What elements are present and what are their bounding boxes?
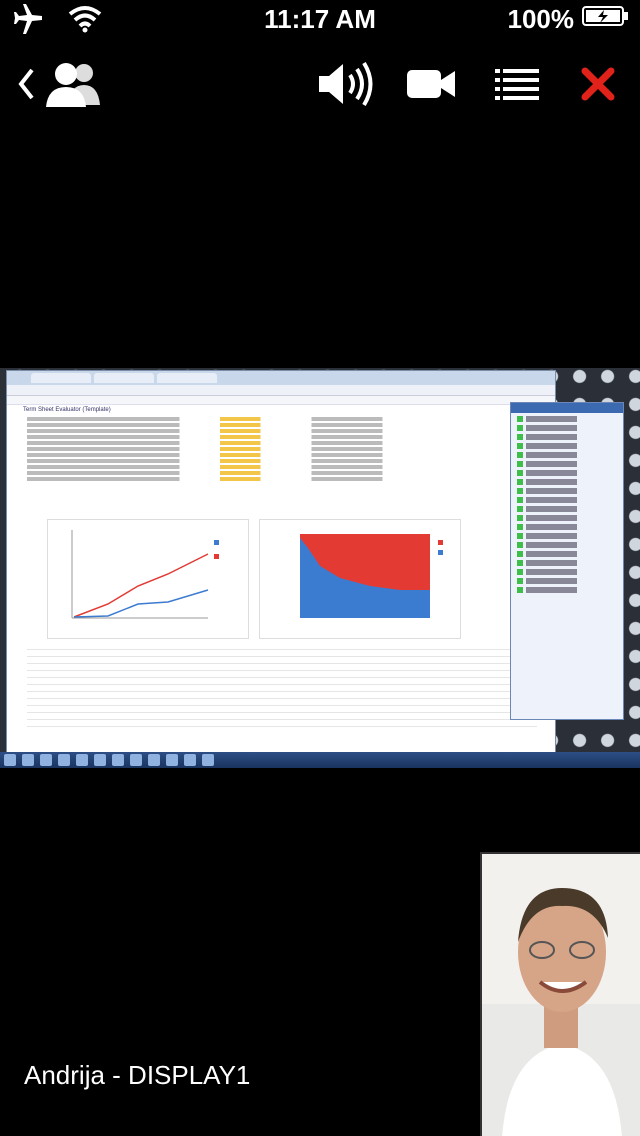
list-icon [495, 67, 539, 106]
windows-taskbar [0, 752, 640, 768]
chevron-left-icon [16, 67, 36, 106]
status-bar: 11:17 AM 100% [0, 0, 640, 40]
back-participants-button[interactable] [14, 56, 110, 116]
close-icon [581, 67, 615, 106]
shared-doc-title: Term Sheet Evaluator (Template) [23, 407, 111, 413]
self-video-preview[interactable] [480, 852, 640, 1136]
battery-charging-icon [582, 4, 630, 35]
participants-icon [36, 61, 108, 112]
person-avatar [482, 854, 640, 1136]
messenger-window [510, 402, 624, 720]
video-camera-icon [405, 66, 457, 107]
speaker-button[interactable] [312, 56, 380, 116]
menu-button[interactable] [488, 56, 546, 116]
shared-screen-view[interactable]: Term Sheet Evaluator (Template) [0, 368, 640, 768]
video-toggle-button[interactable] [402, 56, 460, 116]
payoff-percent-chart [259, 519, 461, 639]
end-call-button[interactable] [572, 56, 624, 116]
speaker-icon [315, 59, 377, 114]
battery-percent: 100% [507, 4, 575, 34]
payoff-line-chart [47, 519, 249, 639]
call-toolbar [0, 56, 640, 116]
participant-name-label: Andrija - DISPLAY1 [24, 1060, 251, 1090]
shared-browser-window: Term Sheet Evaluator (Template) [6, 370, 556, 754]
